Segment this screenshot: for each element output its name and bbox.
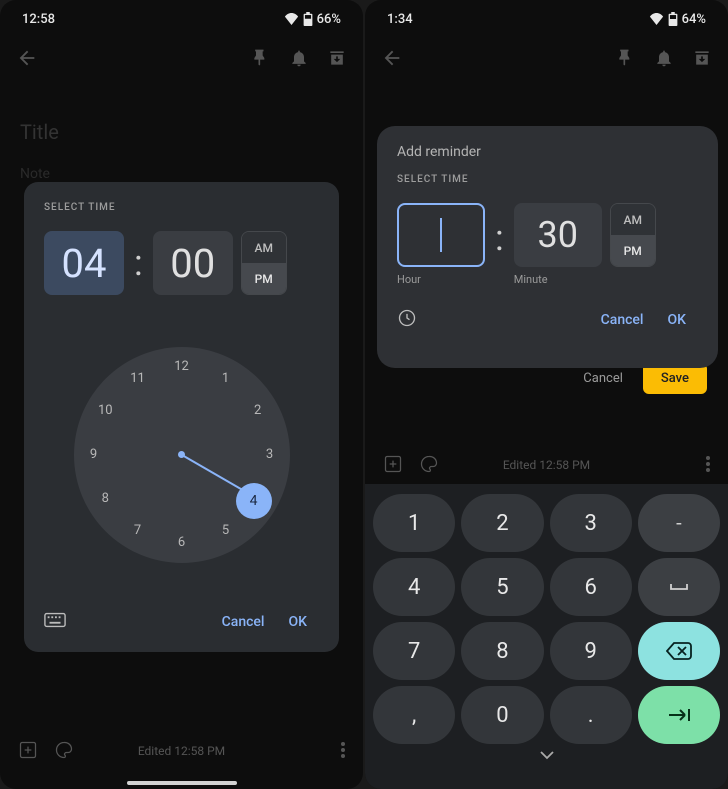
pm-segment[interactable]: PM [242,263,286,294]
right-screenshot: 1:34 64% Cancel Save Add reminder SELECT… [365,0,728,789]
key-8[interactable]: 8 [461,622,543,680]
hour-input[interactable] [397,203,485,267]
minute-display[interactable]: 00 [153,231,233,295]
time-input-dialog: Add reminder SELECT TIME Hour : 30 Minut… [377,126,718,368]
analog-clock[interactable]: 4 121234567891011 [74,347,290,563]
clock-toggle-icon[interactable] [397,308,417,332]
key-enter[interactable] [638,686,720,744]
note-bottom-bar: Edited 12:58 PM [365,448,728,482]
minute-input[interactable]: 30 [514,203,602,267]
battery-text: 64% [682,12,706,27]
clock-number-2[interactable]: 2 [244,397,272,425]
sheet-cancel-button[interactable]: Cancel [571,365,635,392]
wifi-icon [284,13,299,25]
status-time: 12:58 [22,12,55,27]
clock-center [178,451,185,458]
archive-icon[interactable] [692,48,712,72]
app-bar [0,38,363,82]
back-icon[interactable] [16,47,38,73]
note-body-placeholder: Note [20,166,50,182]
pin-icon[interactable] [251,48,271,72]
dialog-title: Add reminder [397,144,698,160]
status-indicators: 64% [649,12,706,27]
am-segment[interactable]: AM [242,232,286,263]
clock-number-5[interactable]: 5 [212,517,240,545]
time-colon: : [493,217,506,259]
time-colon: : [132,242,145,284]
key-space[interactable] [638,558,720,616]
key-,[interactable]: , [373,686,455,744]
dialog-select-time-label: SELECT TIME [397,174,698,185]
clock-number-3[interactable]: 3 [256,441,284,469]
time-display-row: 04 : 00 AM PM [44,231,319,295]
archive-icon[interactable] [327,48,347,72]
clock-number-10[interactable]: 10 [91,397,119,425]
dialog-footer: Cancel OK [44,606,319,638]
key-backspace[interactable] [638,622,720,680]
keyboard-collapse-icon[interactable] [373,750,720,760]
hour-field-label: Hour [397,273,485,286]
status-time: 1:34 [387,12,413,27]
dialog-select-time-label: SELECT TIME [44,202,319,213]
battery-icon [668,12,678,26]
key-1[interactable]: 1 [373,494,455,552]
status-bar: 12:58 66% [0,0,363,38]
minute-field-label: Minute [514,273,602,286]
ok-button[interactable]: OK [656,304,699,336]
app-bar [365,38,728,82]
key-9[interactable]: 9 [550,622,632,680]
ampm-toggle: AM PM [610,203,656,267]
dialog-footer: Cancel OK [397,304,698,336]
key-4[interactable]: 4 [373,558,455,616]
wifi-icon [649,13,664,25]
battery-text: 66% [317,12,341,27]
edited-timestamp: Edited 12:58 PM [365,458,728,472]
status-indicators: 66% [284,12,341,27]
text-cursor [440,218,442,252]
key--[interactable]: - [638,494,720,552]
time-input-row: Hour : 30 Minute AM PM [397,203,698,286]
key-.[interactable]: . [550,686,632,744]
cancel-button[interactable]: Cancel [210,606,277,638]
reminder-icon[interactable] [289,48,309,72]
status-bar: 1:34 64% [365,0,728,38]
key-7[interactable]: 7 [373,622,455,680]
cancel-button[interactable]: Cancel [589,304,656,336]
clock-number-11[interactable]: 11 [124,364,152,392]
am-segment[interactable]: AM [611,204,655,235]
ok-button[interactable]: OK [277,606,320,638]
numeric-keypad: 123- 456 789,0. [365,484,728,789]
pin-icon[interactable] [616,48,636,72]
reminder-icon[interactable] [654,48,674,72]
back-icon[interactable] [381,47,403,73]
note-bottom-bar: Edited 12:58 PM [0,731,363,771]
battery-icon [303,12,313,26]
note-title-placeholder: Title [20,120,59,144]
time-picker-dialog: SELECT TIME 04 : 00 AM PM 4 121234567891… [24,182,339,652]
left-screenshot: 12:58 66% Title Note SELECT TIME 04 : 00 [0,0,363,789]
clock-number-1[interactable]: 1 [212,364,240,392]
key-0[interactable]: 0 [461,686,543,744]
clock-number-8[interactable]: 8 [91,485,119,513]
clock-number-9[interactable]: 9 [80,441,108,469]
ampm-toggle: AM PM [241,231,287,295]
edited-timestamp: Edited 12:58 PM [0,744,363,758]
clock-number-7[interactable]: 7 [124,517,152,545]
clock-selector-knob[interactable]: 4 [236,483,272,519]
pm-segment[interactable]: PM [611,235,655,266]
clock-number-6[interactable]: 6 [168,529,196,557]
home-indicator [127,781,237,785]
key-2[interactable]: 2 [461,494,543,552]
clock-number-12[interactable]: 12 [168,353,196,381]
key-5[interactable]: 5 [461,558,543,616]
hour-display[interactable]: 04 [44,231,124,295]
keyboard-toggle-icon[interactable] [44,612,66,632]
key-3[interactable]: 3 [550,494,632,552]
key-6[interactable]: 6 [550,558,632,616]
